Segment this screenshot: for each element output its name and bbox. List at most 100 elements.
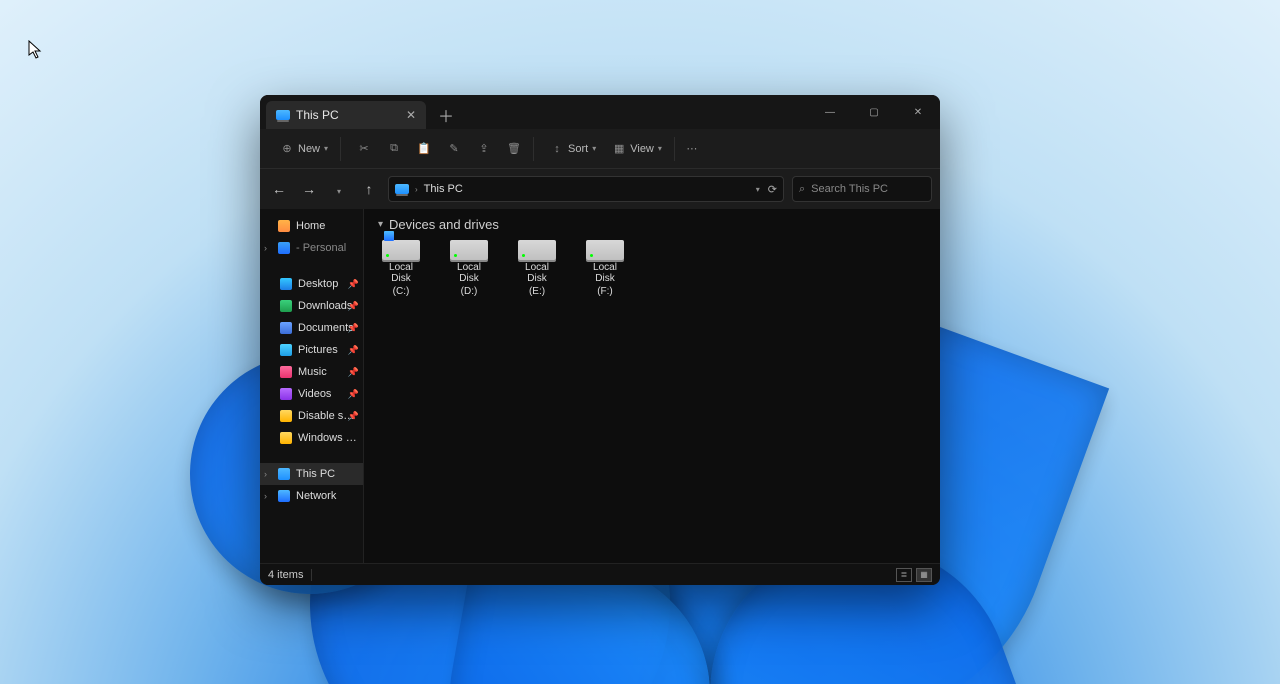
drive-e[interactable]: Local Disk (E:) [514,240,560,297]
sidebar-item-folder-win11-fe[interactable]: Windows 11 file ex [260,427,363,449]
new-button[interactable]: ⊕ New ▾ [274,140,334,158]
details-view-button[interactable]: ≣ [896,568,912,582]
documents-icon [280,322,292,334]
home-icon [278,220,290,232]
close-tab-button[interactable]: ✕ [406,108,416,122]
sidebar-item-videos[interactable]: Videos 📌 [260,383,363,405]
rename-button[interactable]: ✎ [441,140,467,158]
up-button[interactable]: ↑ [358,181,380,197]
expand-icon[interactable]: › [264,469,267,479]
file-explorer-window: This PC ✕ ＋ — ▢ ✕ ⊕ New ▾ ✂ ⧉ 📋 ✎ ⇪ 🗑 [260,95,940,585]
plus-circle-icon: ⊕ [280,142,294,156]
chevron-down-icon[interactable]: ▾ [756,185,760,194]
drive-icon [518,240,556,260]
group-header-devices[interactable]: ▾ Devices and drives [378,217,926,232]
rename-icon: ✎ [447,142,461,156]
downloads-icon [280,300,292,312]
drive-c[interactable]: Local Disk (C:) [378,240,424,297]
onedrive-icon [278,242,290,254]
sidebar-label: Home [296,220,357,232]
this-pc-icon [276,110,290,120]
chevron-down-icon: ▾ [592,144,596,153]
minimize-button[interactable]: — [808,95,852,129]
chevron-down-icon: ▾ [658,144,662,153]
copy-button[interactable]: ⧉ [381,140,407,158]
recent-button[interactable]: ▾ [328,181,350,197]
folder-icon [280,432,292,444]
drive-letter: (E:) [529,286,545,297]
pin-icon: 📌 [348,367,359,378]
drive-name: Local Disk [378,262,424,284]
sidebar-item-documents[interactable]: Documents 📌 [260,317,363,339]
this-pc-icon [395,184,409,194]
drive-icon [450,240,488,260]
share-button[interactable]: ⇪ [471,140,497,158]
new-tab-button[interactable]: ＋ [432,103,460,127]
tab-strip: This PC ✕ ＋ — ▢ ✕ [260,95,940,129]
videos-icon [280,388,292,400]
pin-icon: 📌 [348,389,359,400]
drive-letter: (D:) [461,286,478,297]
toolbar: ⊕ New ▾ ✂ ⧉ 📋 ✎ ⇪ 🗑 ↕ Sort ▾ ▦ View ▾ [260,129,940,169]
sidebar-item-this-pc[interactable]: › This PC [260,463,363,485]
pin-icon: 📌 [348,323,359,334]
delete-icon: 🗑 [507,142,521,156]
more-button[interactable]: ⋯ [679,140,705,158]
view-icon: ▦ [612,142,626,156]
view-button[interactable]: ▦ View ▾ [606,140,668,158]
sidebar-label: Network [296,490,357,502]
sidebar-item-network[interactable]: › Network [260,485,363,507]
close-window-button[interactable]: ✕ [896,95,940,129]
delete-button[interactable]: 🗑 [501,140,527,158]
window-controls: — ▢ ✕ [808,95,940,129]
sidebar: Home › - Personal Desktop 📌 Downloads 📌 … [260,209,364,563]
back-button[interactable]: ← [268,181,290,197]
sort-button[interactable]: ↕ Sort ▾ [544,140,602,158]
mouse-cursor [28,40,42,60]
sidebar-label: This PC [296,468,357,480]
sidebar-item-desktop[interactable]: Desktop 📌 [260,273,363,295]
sidebar-item-folder-disable-store[interactable]: Disable store ap 📌 [260,405,363,427]
chevron-down-icon: ▾ [378,219,383,230]
address-row: ← → ▾ ↑ › This PC ▾ ⟳ ⌕ Search This PC [260,169,940,209]
status-bar: 4 items ≣ ▦ [260,563,940,585]
drive-letter: (C:) [393,286,410,297]
search-icon: ⌕ [799,183,805,196]
search-placeholder: Search This PC [811,183,888,195]
refresh-button[interactable]: ⟳ [768,183,777,196]
paste-button[interactable]: 📋 [411,140,437,158]
sidebar-item-downloads[interactable]: Downloads 📌 [260,295,363,317]
address-bar[interactable]: › This PC ▾ ⟳ [388,176,784,202]
sidebar-item-personal[interactable]: › - Personal [260,237,363,259]
drive-f[interactable]: Local Disk (F:) [582,240,628,297]
sort-icon: ↕ [550,142,564,156]
expand-icon[interactable]: › [264,243,267,253]
breadcrumb-root[interactable]: This PC [424,183,463,195]
sidebar-item-home[interactable]: Home [260,215,363,237]
expand-icon[interactable]: › [264,491,267,501]
search-input[interactable]: ⌕ Search This PC [792,176,932,202]
share-icon: ⇪ [477,142,491,156]
drive-letter: (F:) [597,286,613,297]
forward-button[interactable]: → [298,181,320,197]
pin-icon: 📌 [348,411,359,422]
cut-button[interactable]: ✂ [351,140,377,158]
maximize-button[interactable]: ▢ [852,95,896,129]
pin-icon: 📌 [348,345,359,356]
folder-icon [280,410,292,422]
drive-d[interactable]: Local Disk (D:) [446,240,492,297]
sidebar-label: Windows 11 file ex [298,432,357,444]
paste-icon: 📋 [417,142,431,156]
drive-name: Local Disk [514,262,560,284]
tiles-view-button[interactable]: ▦ [916,568,932,582]
sidebar-item-pictures[interactable]: Pictures 📌 [260,339,363,361]
pictures-icon [280,344,292,356]
tab-this-pc[interactable]: This PC ✕ [266,101,426,129]
pin-icon: 📌 [348,301,359,312]
network-icon [278,490,290,502]
drive-name: Local Disk [446,262,492,284]
music-icon [280,366,292,378]
main-content: ▾ Devices and drives Local Disk (C:) Loc… [364,209,940,563]
drives-grid: Local Disk (C:) Local Disk (D:) Local Di… [378,240,926,297]
sidebar-item-music[interactable]: Music 📌 [260,361,363,383]
